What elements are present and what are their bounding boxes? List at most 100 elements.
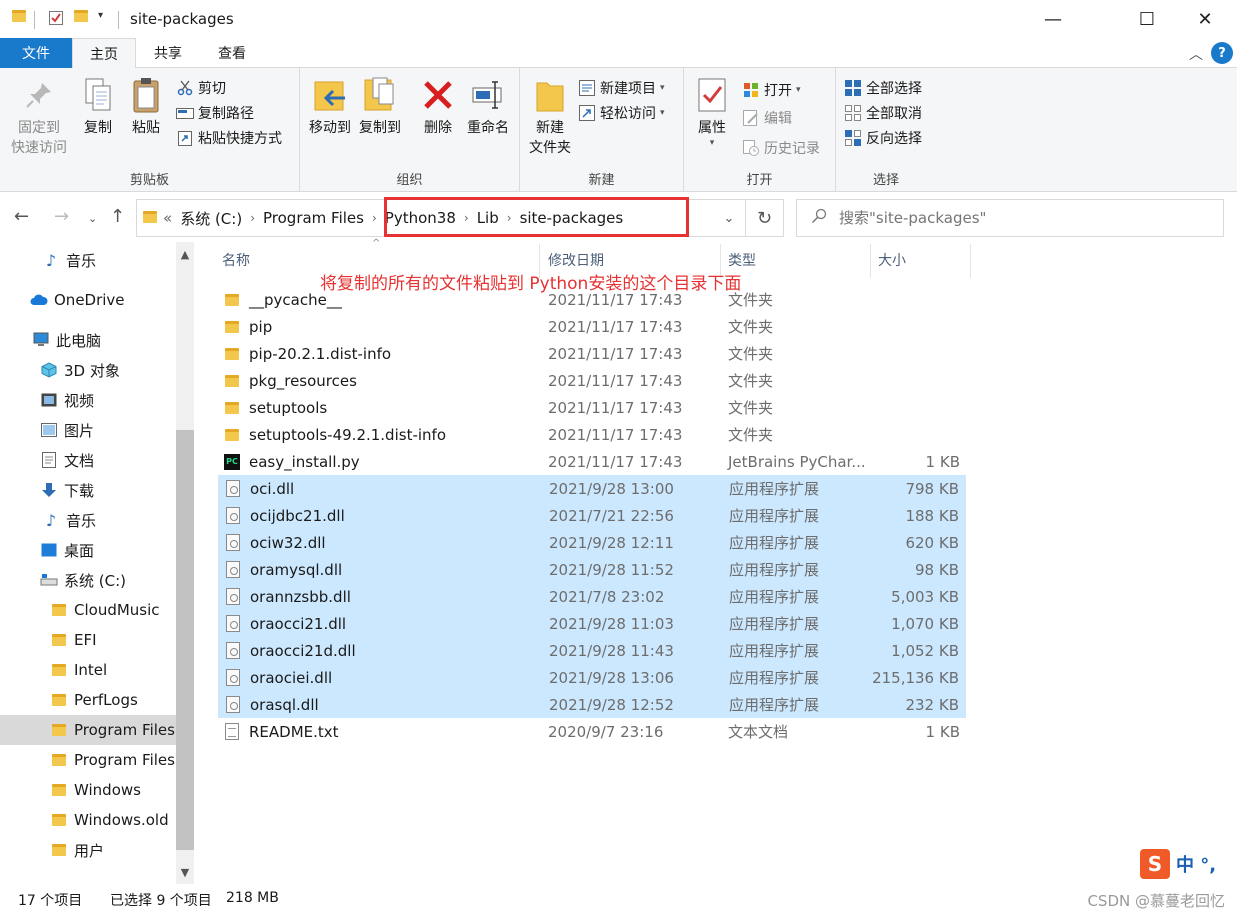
copy-path-button[interactable]: 复制路径 <box>176 101 254 125</box>
file-row[interactable]: oramysql.dll 2021/9/28 11:52 应用程序扩展 98 KB <box>218 556 966 583</box>
sidebar-item[interactable]: 此电脑 <box>0 325 176 355</box>
file-row[interactable]: ocijdbc21.dll 2021/7/21 22:56 应用程序扩展 188 KB <box>218 502 966 529</box>
move-to-button[interactable]: 移动到 <box>306 76 354 138</box>
customize-toolbar-icon[interactable]: ▾ <box>98 10 103 21</box>
file-row[interactable]: oraociei.dll 2021/9/28 13:06 应用程序扩展 215,136… <box>218 664 966 691</box>
file-date: 2021/9/28 11:43 <box>549 641 674 660</box>
address-dropdown-icon[interactable]: ⌄ <box>712 199 746 237</box>
file-row[interactable]: README.txt 2020/9/7 23:16 文本文档 1 KB <box>218 718 966 745</box>
file-row[interactable]: pip 2021/11/17 17:43 文件夹 <box>218 313 966 340</box>
select-all-button[interactable]: 全部选择 <box>844 76 922 100</box>
sidebar-item[interactable]: Intel <box>0 655 176 685</box>
easy-access-button[interactable]: 轻松访问 ▾ <box>578 101 665 125</box>
sidebar-item[interactable]: 用户 <box>0 835 176 865</box>
new-folder-quick-icon[interactable] <box>74 10 88 22</box>
annotation-highlight-box <box>384 197 689 237</box>
file-row[interactable]: setuptools 2021/11/17 17:43 文件夹 <box>218 394 966 421</box>
sidebar-item[interactable]: Program Files <box>0 715 176 745</box>
forward-arrow-icon[interactable]: → <box>54 206 69 227</box>
file-row[interactable]: pip-20.2.1.dist-info 2021/11/17 17:43 文件夹 <box>218 340 966 367</box>
sidebar-item[interactable]: 文档 <box>0 445 176 475</box>
invert-selection-button[interactable]: 反向选择 <box>844 126 922 150</box>
copy-to-button[interactable]: 复制到 <box>356 76 404 138</box>
sidebar-item[interactable]: 桌面 <box>0 535 176 565</box>
column-header-size[interactable]: 大小 <box>878 250 906 270</box>
column-header-type[interactable]: 类型 <box>728 250 756 270</box>
sidebar-item[interactable]: OneDrive <box>0 285 176 315</box>
dll-file-icon <box>225 534 241 552</box>
recent-locations-chevron-icon[interactable]: ⌄ <box>88 212 97 225</box>
tab-view[interactable]: 查看 <box>202 38 262 68</box>
ime-mode[interactable]: 中 °, <box>1176 851 1216 877</box>
sidebar-item[interactable]: 下载 <box>0 475 176 505</box>
delete-button[interactable]: 删除 <box>418 76 458 138</box>
history-button[interactable]: 历史记录 <box>742 136 820 160</box>
sidebar-item[interactable]: CloudMusic <box>0 595 176 625</box>
breadcrumb-program-files[interactable]: Program Files <box>263 209 364 227</box>
chevron-right-icon[interactable]: › <box>250 211 255 225</box>
chevron-up-icon[interactable]: ︿ <box>1189 44 1203 64</box>
file-row[interactable]: orannzsbb.dll 2021/7/8 23:02 应用程序扩展 5,003 K… <box>218 583 966 610</box>
tab-file[interactable]: 文件 <box>0 38 72 68</box>
refresh-icon[interactable]: ↻ <box>746 199 784 237</box>
file-row[interactable]: oraocci21d.dll 2021/9/28 11:43 应用程序扩展 1,052… <box>218 637 966 664</box>
file-row[interactable]: oci.dll 2021/9/28 13:00 应用程序扩展 798 KB <box>218 475 966 502</box>
file-row[interactable]: pkg_resources 2021/11/17 17:43 文件夹 <box>218 367 966 394</box>
rename-button[interactable]: 重命名 <box>462 76 514 138</box>
search-input[interactable] <box>839 209 1219 227</box>
copy-to-icon <box>363 76 397 114</box>
new-folder-button[interactable]: 新建 文件夹 <box>526 76 574 158</box>
minimize-button[interactable]: — <box>1030 0 1076 38</box>
paste-button[interactable]: 粘贴 <box>126 76 166 138</box>
ime-toolbar[interactable]: S 中 °, <box>1140 848 1237 880</box>
sidebar-item-label: Intel <box>74 661 108 679</box>
pin-to-quick-access-button[interactable]: 固定到 快速访问 <box>8 76 70 158</box>
file-row[interactable]: PC easy_install.py 2021/11/17 17:43 JetBrai… <box>218 448 966 475</box>
new-item-button[interactable]: 新建项目 ▾ <box>578 76 665 100</box>
help-icon[interactable]: ? <box>1211 42 1233 64</box>
scroll-up-arrow-icon[interactable]: ▲ <box>176 248 194 261</box>
sidebar-scrollbar-thumb[interactable] <box>176 430 194 850</box>
close-button[interactable]: ✕ <box>1182 0 1228 38</box>
column-header-date[interactable]: 修改日期 <box>548 250 604 270</box>
sidebar-item[interactable]: ♪ 音乐 <box>0 505 176 535</box>
sidebar-item[interactable]: 3D 对象 <box>0 355 176 385</box>
edit-button[interactable]: 编辑 <box>742 106 792 130</box>
file-row[interactable]: __pycache__ 2021/11/17 17:43 文件夹 <box>218 286 966 313</box>
tab-share[interactable]: 共享 <box>138 38 198 68</box>
easy-access-icon <box>578 104 596 122</box>
select-none-button[interactable]: 全部取消 <box>844 101 922 125</box>
sidebar-item[interactable]: Program Files <box>0 745 176 775</box>
sidebar-item[interactable]: Windows <box>0 775 176 805</box>
chevron-right-icon[interactable]: › <box>372 211 377 225</box>
open-button[interactable]: 打开 ▾ <box>742 78 801 102</box>
address-overflow[interactable]: « <box>163 209 172 227</box>
breadcrumb-drive[interactable]: 系统 (C:) <box>180 208 242 229</box>
back-arrow-icon[interactable]: ← <box>14 206 29 227</box>
open-group-label: 打开 <box>746 173 773 188</box>
file-row[interactable]: ociw32.dll 2021/9/28 12:11 应用程序扩展 620 KB <box>218 529 966 556</box>
scroll-down-arrow-icon[interactable]: ▼ <box>176 866 194 879</box>
paste-shortcut-button[interactable]: 粘贴快捷方式 <box>176 126 282 150</box>
sidebar-item[interactable]: 图片 <box>0 415 176 445</box>
file-row[interactable]: orasql.dll 2021/9/28 12:52 应用程序扩展 232 KB <box>218 691 966 718</box>
column-header-name[interactable]: 名称 <box>222 250 250 270</box>
sidebar-item[interactable]: ♪ 音乐 <box>0 245 176 275</box>
search-box[interactable] <box>796 199 1224 237</box>
sidebar-item[interactable]: PerfLogs <box>0 685 176 715</box>
sidebar-item[interactable]: 视频 <box>0 385 176 415</box>
sidebar-item[interactable]: 系统 (C:) <box>0 565 176 595</box>
maximize-button[interactable]: ☐ <box>1124 0 1170 38</box>
sidebar-item[interactable]: EFI <box>0 625 176 655</box>
properties-quick-icon[interactable] <box>48 10 64 26</box>
copy-button[interactable]: 复制 <box>78 76 118 138</box>
file-row[interactable]: setuptools-49.2.1.dist-info 2021/11/17 17… <box>218 421 966 448</box>
up-arrow-icon[interactable]: ↑ <box>110 206 125 227</box>
column-divider[interactable] <box>870 244 871 278</box>
file-row[interactable]: oraocci21.dll 2021/9/28 11:03 应用程序扩展 1,070 … <box>218 610 966 637</box>
cut-button[interactable]: 剪切 <box>176 76 226 100</box>
tab-home[interactable]: 主页 <box>72 38 136 69</box>
column-divider[interactable] <box>970 244 971 278</box>
sidebar-item[interactable]: Windows.old <box>0 805 176 835</box>
properties-button[interactable]: 属性 ▾ <box>690 76 734 148</box>
